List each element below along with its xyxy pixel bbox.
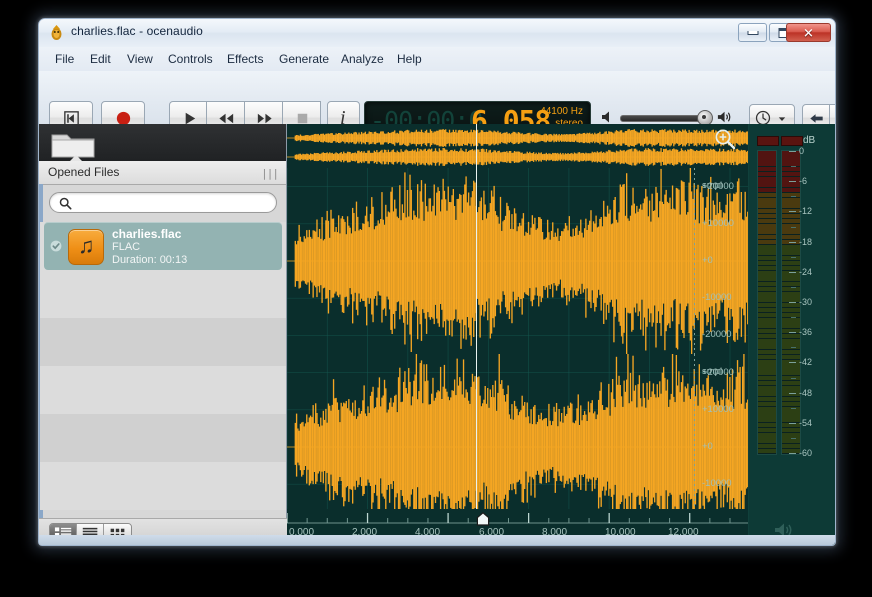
file-type: FLAC — [112, 241, 140, 253]
file-item-charlies[interactable]: ♫ charlies.flac FLAC Duration: 00:13 — [44, 222, 282, 270]
file-list: ♫ charlies.flac FLAC Duration: 00:13 — [40, 222, 286, 522]
db-tick — [791, 408, 796, 409]
list-item[interactable] — [40, 366, 286, 414]
db-tick-label: -6 — [799, 176, 807, 186]
music-note-icon: ♫ — [68, 229, 104, 265]
menu-view[interactable]: View — [121, 51, 159, 67]
db-tick — [791, 166, 796, 167]
db-tick — [789, 393, 796, 394]
minimize-button[interactable] — [738, 23, 767, 42]
db-tick — [791, 317, 796, 318]
title-bar: charlies.flac - ocenaudio ✕ — [39, 19, 835, 48]
search-box[interactable] — [49, 192, 277, 213]
file-duration: Duration: 00:13 — [112, 254, 187, 266]
status-strip — [39, 535, 835, 545]
ocenaudio-icon — [48, 24, 65, 41]
db-tick-label: -24 — [799, 267, 812, 277]
menu-analyze[interactable]: Analyze — [335, 51, 390, 67]
db-tick — [789, 423, 796, 424]
menu-effects[interactable]: Effects — [221, 51, 269, 67]
speaker-low-icon — [600, 109, 616, 125]
db-tick — [791, 287, 796, 288]
menu-generate[interactable]: Generate — [273, 51, 335, 67]
waveform-editor[interactable]: smpl+20000+10000+0-10000-20000 smpl+2000… — [287, 124, 835, 545]
db-tick — [791, 196, 796, 197]
db-tick — [789, 151, 796, 152]
db-tick-label: -42 — [799, 357, 812, 367]
menu-help[interactable]: Help — [391, 51, 428, 67]
volume-slider-track[interactable] — [620, 115, 706, 122]
menu-controls[interactable]: Controls — [162, 51, 219, 67]
db-tick — [789, 211, 796, 212]
db-tick-label: -30 — [799, 297, 812, 307]
search-icon — [59, 197, 72, 210]
db-scale: 0 -6 -12 -18 -24 -30 -36 -42 -48 -54 -60 — [749, 124, 835, 545]
ocenaudio-window: charlies.flac - ocenaudio ✕ File Edit Vi… — [38, 18, 836, 546]
editor-tools: ||| — [713, 127, 737, 156]
application-window: charlies.flac - ocenaudio ✕ File Edit Vi… — [0, 0, 872, 597]
db-tick-label: -18 — [799, 237, 812, 247]
list-item[interactable]: ♫ charlies.flac FLAC Duration: 00:13 — [40, 222, 286, 270]
db-tick-label: -48 — [799, 388, 812, 398]
db-tick — [789, 362, 796, 363]
db-tick-label: -36 — [799, 327, 812, 337]
sidebar-grip[interactable]: ||| — [261, 167, 278, 180]
magnifier-plus-icon[interactable] — [713, 127, 737, 151]
db-tick — [791, 378, 796, 379]
sidebar-title: Opened Files — [48, 165, 119, 179]
main-body: Opened Files ||| — [39, 124, 835, 545]
menu-edit[interactable]: Edit — [84, 51, 117, 67]
db-tick — [791, 257, 796, 258]
sidebar-header: Opened Files ||| — [39, 161, 286, 185]
db-tick — [789, 302, 796, 303]
db-tick — [789, 453, 796, 454]
sample-rate-label: 44100 Hz — [540, 106, 583, 118]
list-item[interactable] — [40, 414, 286, 462]
db-tick — [791, 438, 796, 439]
speaker-high-icon — [716, 109, 735, 125]
db-tick — [789, 242, 796, 243]
sidebar: Opened Files ||| — [39, 124, 287, 545]
menu-bar: File Edit View Controls Effects Generate… — [39, 47, 835, 72]
search-input[interactable] — [78, 196, 272, 210]
db-tick — [789, 181, 796, 182]
close-icon: ✕ — [803, 26, 814, 39]
sidebar-tab-strip — [39, 124, 286, 161]
list-item[interactable] — [40, 318, 286, 366]
window-title: charlies.flac - ocenaudio — [71, 24, 203, 38]
db-tick — [789, 332, 796, 333]
playhead-marker[interactable] — [476, 512, 490, 526]
level-meters: dB 0-6-12-18-24-30-36-42-48-54-60 — [748, 124, 835, 545]
db-tick-label: -60 — [799, 448, 812, 458]
close-button[interactable]: ✕ — [786, 23, 831, 42]
db-tick — [791, 347, 796, 348]
playhead-cursor[interactable] — [476, 124, 477, 510]
check-icon — [50, 240, 62, 252]
menu-file[interactable]: File — [49, 51, 80, 67]
file-name: charlies.flac — [112, 227, 181, 241]
list-item[interactable] — [40, 462, 286, 510]
db-tick-label: 0 — [799, 146, 804, 156]
db-tick — [789, 272, 796, 273]
db-tick-label: -12 — [799, 206, 812, 216]
db-tick — [791, 227, 796, 228]
note-glyph: ♫ — [78, 234, 95, 258]
chevron-down-icon — [777, 115, 787, 123]
db-tick-label: -54 — [799, 418, 812, 428]
list-item[interactable] — [40, 270, 286, 318]
